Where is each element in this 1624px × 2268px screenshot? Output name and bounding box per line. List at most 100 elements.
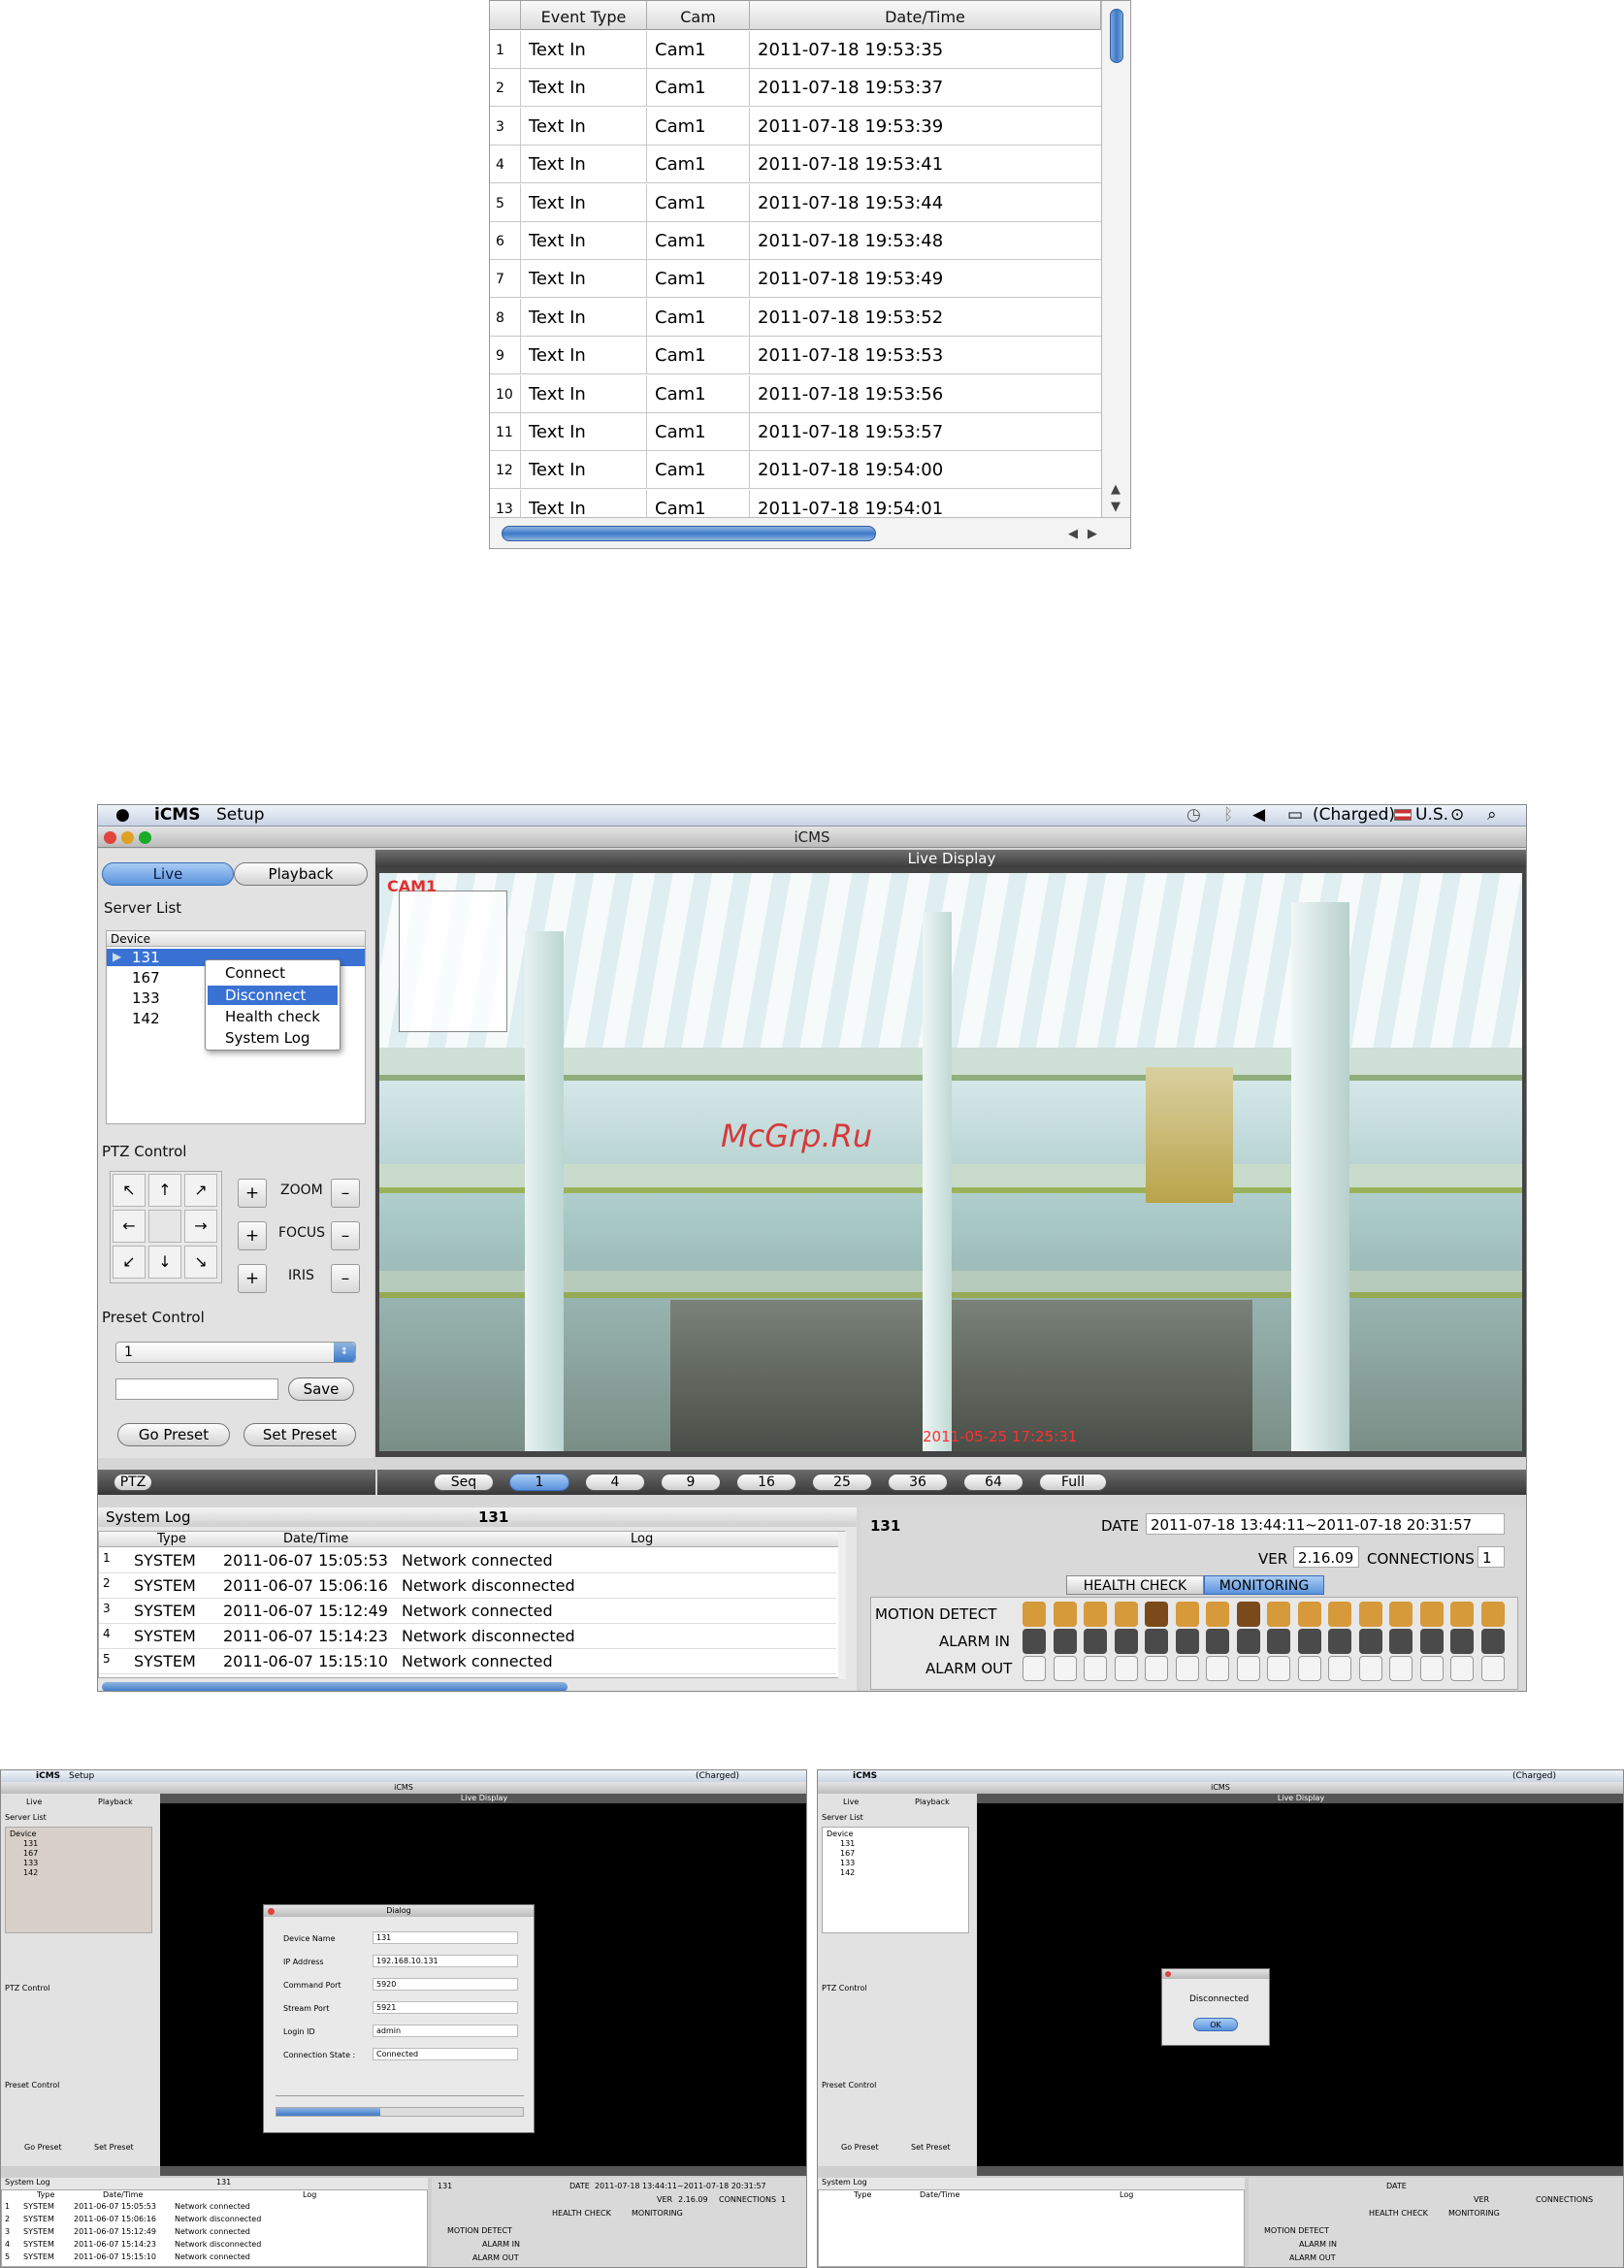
- horizontal-scrollbar[interactable]: ◀ ▶: [490, 517, 1130, 548]
- volume-icon[interactable]: ◀: [1252, 805, 1265, 825]
- alarm-in-icon[interactable]: [1175, 1629, 1199, 1654]
- table-row[interactable]: 3 Text In Cam1 2011-07-18 19:53:39: [490, 107, 1101, 146]
- go-preset-button[interactable]: Go Preset: [117, 1423, 230, 1446]
- log-header-datetime[interactable]: Date/Time: [283, 1532, 348, 1546]
- mini2-device-167[interactable]: 167: [840, 1849, 855, 1858]
- alarm-out-icon[interactable]: [1023, 1656, 1046, 1681]
- table-row[interactable]: 4 Text In Cam1 2011-07-18 19:53:41: [490, 146, 1101, 184]
- mini2-device-133[interactable]: 133: [840, 1859, 855, 1867]
- preset-select[interactable]: 1 ⇕: [115, 1342, 356, 1363]
- motion-detect-icon[interactable]: [1419, 1602, 1444, 1627]
- table-row[interactable]: 7 Text In Cam1 2011-07-18 19:53:49: [490, 260, 1101, 299]
- ptz-direction-7[interactable]: ↓: [148, 1246, 181, 1279]
- ptz-direction-5[interactable]: →: [184, 1210, 217, 1243]
- select-arrows-icon[interactable]: ⇕: [334, 1343, 355, 1362]
- alarm-in-icon[interactable]: [1389, 1629, 1413, 1654]
- set-preset-button[interactable]: Set Preset: [244, 1423, 356, 1446]
- scroll-left-icon[interactable]: ◀: [1068, 527, 1078, 541]
- alarm-out-icon[interactable]: [1297, 1656, 1321, 1681]
- scroll-down-icon[interactable]: ▼: [1111, 500, 1121, 514]
- save-button[interactable]: Save: [288, 1377, 354, 1401]
- motion-detect-icon[interactable]: [1236, 1602, 1260, 1627]
- menu-disconnect[interactable]: Disconnect: [225, 987, 306, 1004]
- dialog-field-value[interactable]: 5920: [373, 1978, 518, 1991]
- alert-close-icon[interactable]: [1165, 1971, 1171, 1977]
- ptz-direction-2[interactable]: ↗: [184, 1174, 217, 1207]
- motion-detect-icon[interactable]: [1175, 1602, 1199, 1627]
- dialog-field-value[interactable]: 131: [373, 1931, 518, 1944]
- dialog-field-value[interactable]: admin: [373, 2025, 518, 2037]
- log-header-log[interactable]: Log: [631, 1532, 653, 1546]
- alarm-in-icon[interactable]: [1236, 1629, 1260, 1654]
- header-datetime[interactable]: Date/Time: [750, 1, 1101, 30]
- mini-device-167[interactable]: 167: [23, 1849, 38, 1858]
- alarm-out-icon[interactable]: [1053, 1656, 1077, 1681]
- alarm-in-icon[interactable]: [1419, 1629, 1444, 1654]
- log-hscroll-thumb[interactable]: [102, 1682, 568, 1691]
- motion-detect-icon[interactable]: [1297, 1602, 1321, 1627]
- ptz-tag-button[interactable]: PTZ: [114, 1474, 152, 1491]
- motion-detect-icon[interactable]: [1145, 1602, 1168, 1627]
- iris-open-button[interactable]: +: [238, 1264, 267, 1293]
- ptz-direction-0[interactable]: ↖: [113, 1174, 146, 1207]
- alarm-out-icon[interactable]: [1145, 1656, 1168, 1681]
- log-scrollbar[interactable]: [838, 1532, 846, 1679]
- zoom-out-button[interactable]: –: [331, 1179, 360, 1208]
- alarm-in-icon[interactable]: [1206, 1629, 1229, 1654]
- table-row[interactable]: 5 Text In Cam1 2011-07-18 19:53:44: [490, 183, 1101, 222]
- mini2-device-142[interactable]: 142: [840, 1868, 855, 1877]
- mini-device-131[interactable]: 131: [23, 1839, 38, 1848]
- table-row[interactable]: 12 Text In Cam1 2011-07-18 19:54:00: [490, 451, 1101, 490]
- dialog-field-value[interactable]: 192.168.10.131: [373, 1955, 518, 1967]
- mini-set-preset[interactable]: Set Preset: [94, 2143, 134, 2152]
- alarm-in-icon[interactable]: [1053, 1629, 1077, 1654]
- mini2-go-preset[interactable]: Go Preset: [841, 2143, 879, 2152]
- split-button-9[interactable]: 9: [661, 1474, 721, 1491]
- alarm-out-icon[interactable]: [1328, 1656, 1351, 1681]
- iris-close-button[interactable]: –: [331, 1264, 360, 1293]
- motion-detect-icon[interactable]: [1023, 1602, 1046, 1627]
- split-button-full[interactable]: Full: [1039, 1474, 1107, 1491]
- zoom-in-button[interactable]: +: [238, 1179, 267, 1208]
- mini-tab-live[interactable]: Live: [26, 1798, 42, 1806]
- device-item-131[interactable]: 131: [132, 949, 160, 966]
- split-button-36[interactable]: 36: [888, 1474, 948, 1491]
- tab-health-check[interactable]: HEALTH CHECK: [1066, 1575, 1204, 1595]
- split-button-64[interactable]: 64: [963, 1474, 1023, 1491]
- alarm-out-icon[interactable]: [1175, 1656, 1199, 1681]
- motion-detect-icon[interactable]: [1267, 1602, 1290, 1627]
- table-row[interactable]: 6 Text In Cam1 2011-07-18 19:53:48: [490, 222, 1101, 260]
- mini2-tab-live[interactable]: Live: [843, 1798, 859, 1806]
- hscroll-thumb[interactable]: [502, 526, 876, 541]
- ptz-direction-8[interactable]: ↘: [184, 1246, 217, 1279]
- mini-go-preset[interactable]: Go Preset: [24, 2143, 62, 2152]
- close-icon[interactable]: [104, 831, 116, 844]
- motion-detect-icon[interactable]: [1389, 1602, 1413, 1627]
- motion-detect-icon[interactable]: [1053, 1602, 1077, 1627]
- battery-status[interactable]: (Charged): [1313, 805, 1395, 825]
- mini2-tab-playback[interactable]: Playback: [915, 1798, 950, 1806]
- tab-monitoring[interactable]: MONITORING: [1204, 1575, 1324, 1595]
- dialog-close-icon[interactable]: [268, 1908, 275, 1915]
- table-row[interactable]: 1 SYSTEM 2011-06-07 15:05:53 Network connec…: [99, 1549, 836, 1573]
- alarm-out-icon[interactable]: [1389, 1656, 1413, 1681]
- battery-icon[interactable]: ▭: [1287, 805, 1303, 825]
- tab-playback[interactable]: Playback: [234, 862, 368, 886]
- camera-feed[interactable]: CAM1 McGrp.Ru 2011-05-25 17:25:31: [379, 873, 1522, 1451]
- locale-label[interactable]: U.S.: [1415, 805, 1448, 825]
- ptz-direction-6[interactable]: ↙: [113, 1246, 146, 1279]
- menu-connect[interactable]: Connect: [225, 964, 285, 982]
- table-row[interactable]: 2 SYSTEM 2011-06-07 15:06:16 Network discon…: [99, 1574, 836, 1599]
- header-cam[interactable]: Cam: [647, 1, 750, 30]
- mini-tab-playback[interactable]: Playback: [98, 1798, 133, 1806]
- alert-ok-button[interactable]: OK: [1193, 2018, 1238, 2031]
- split-button-4[interactable]: 4: [585, 1474, 645, 1491]
- table-row[interactable]: 11 Text In Cam1 2011-07-18 19:53:57: [490, 413, 1101, 451]
- mini2-device-131[interactable]: 131: [840, 1839, 855, 1848]
- mini-tab-health[interactable]: HEALTH CHECK: [552, 2209, 611, 2218]
- mini2-tab-health[interactable]: HEALTH CHECK: [1369, 2209, 1428, 2218]
- alarm-in-icon[interactable]: [1358, 1629, 1382, 1654]
- header-event-type[interactable]: Event Type: [521, 1, 647, 30]
- motion-detect-icon[interactable]: [1480, 1602, 1505, 1627]
- motion-detect-icon[interactable]: [1114, 1602, 1138, 1627]
